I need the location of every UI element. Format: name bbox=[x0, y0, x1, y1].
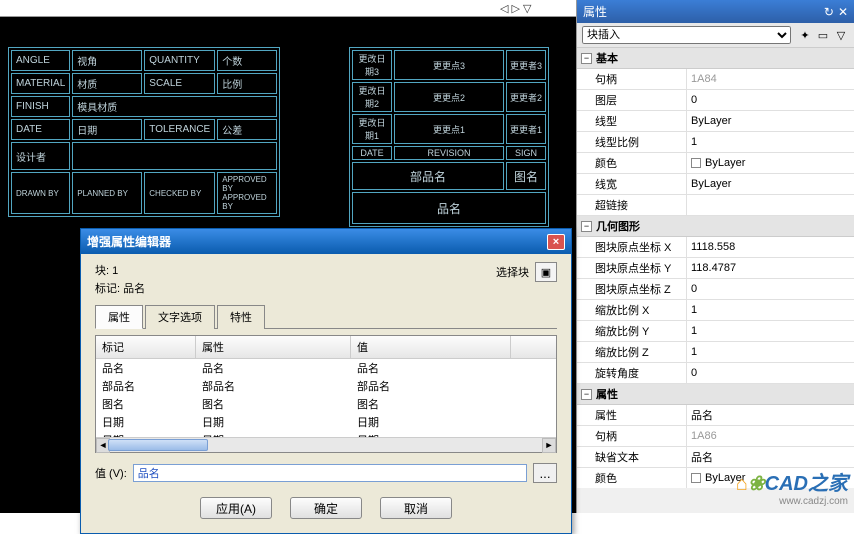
ok-button[interactable]: 确定 bbox=[290, 497, 362, 519]
col-value[interactable]: 值 bbox=[351, 336, 511, 358]
watermark-logo: ⌂❀CAD之家 www.cadzj.com bbox=[736, 467, 848, 507]
quick-select-icon[interactable]: ✦ bbox=[797, 27, 813, 43]
properties-panel: 属性 ↻ ✕ 块插入 ✦ ▭ ▽ −基本 句柄1A84 图层0 线型ByLayer… bbox=[576, 0, 854, 513]
value-input[interactable] bbox=[133, 464, 527, 482]
tab-properties[interactable]: 特性 bbox=[217, 305, 265, 329]
title-block-right: 更改日期3更更点3更更者3 更改日期2更更点2更更者2 更改日期1更更点1更更者… bbox=[349, 47, 549, 227]
tb-angle-label: ANGLE bbox=[11, 50, 70, 71]
object-type-select[interactable]: 块插入 bbox=[582, 26, 791, 44]
color-swatch bbox=[691, 473, 701, 483]
refresh-icon[interactable]: ↻ bbox=[824, 5, 834, 19]
horizontal-scrollbar[interactable]: ◄ ► bbox=[96, 437, 556, 452]
value-label: 值 (V): bbox=[95, 465, 127, 481]
close-icon[interactable]: ✕ bbox=[838, 5, 848, 19]
properties-title: 属性 bbox=[583, 3, 607, 20]
tab-attributes[interactable]: 属性 bbox=[95, 305, 143, 329]
select-block-button[interactable]: ▣ bbox=[535, 262, 557, 282]
collapse-icon[interactable]: − bbox=[581, 221, 592, 232]
list-item[interactable]: 图名图名图名 bbox=[96, 395, 556, 413]
list-item[interactable]: 日期日期日期 bbox=[96, 413, 556, 431]
browse-button[interactable]: ... bbox=[533, 463, 557, 483]
dialog-titlebar[interactable]: 增强属性编辑器 × bbox=[81, 229, 571, 254]
close-button[interactable]: × bbox=[547, 234, 565, 250]
property-grid: −基本 句柄1A84 图层0 线型ByLayer 线型比例1 颜色ByLayer… bbox=[577, 48, 854, 488]
section-attributes[interactable]: −属性 bbox=[577, 384, 854, 405]
dialog-title: 增强属性编辑器 bbox=[87, 233, 171, 250]
attribute-list: 标记 属性 值 品名品名品名 部品名部品名部品名 图名图名图名 日期日期日期 日… bbox=[95, 335, 557, 453]
properties-toolbar: 块插入 ✦ ▭ ▽ bbox=[577, 23, 854, 48]
collapse-icon[interactable]: − bbox=[581, 53, 592, 64]
col-tag[interactable]: 标记 bbox=[96, 336, 196, 358]
tab-text-options[interactable]: 文字选项 bbox=[145, 305, 215, 329]
nav-arrows[interactable]: ◁ ▷ ▽ bbox=[500, 2, 532, 15]
scroll-thumb[interactable] bbox=[108, 439, 208, 451]
list-item[interactable]: 部品名部品名部品名 bbox=[96, 377, 556, 395]
enhanced-attribute-editor-dialog: 增强属性编辑器 × 块: 1 标记: 品名 选择块 ▣ 属性 文字选项 特性 标… bbox=[80, 228, 572, 534]
pick-icon[interactable]: ▭ bbox=[815, 27, 831, 43]
col-prompt[interactable]: 属性 bbox=[196, 336, 351, 358]
scroll-right-icon[interactable]: ► bbox=[542, 438, 556, 453]
collapse-icon[interactable]: − bbox=[581, 389, 592, 400]
list-item[interactable]: 品名品名品名 bbox=[96, 359, 556, 377]
color-swatch bbox=[691, 158, 701, 168]
cancel-button[interactable]: 取消 bbox=[380, 497, 452, 519]
title-block-left: ANGLE视角QUANTITY个数 MATERIAL材质SCALE比例 FINI… bbox=[8, 47, 280, 217]
section-geometry[interactable]: −几何图形 bbox=[577, 216, 854, 237]
properties-titlebar: 属性 ↻ ✕ bbox=[577, 0, 854, 23]
section-basic[interactable]: −基本 bbox=[577, 48, 854, 69]
filter-icon[interactable]: ▽ bbox=[833, 27, 849, 43]
select-block-label: 选择块 bbox=[496, 264, 529, 280]
dialog-tabs: 属性 文字选项 特性 bbox=[95, 304, 557, 329]
apply-button[interactable]: 应用(A) bbox=[200, 497, 272, 519]
